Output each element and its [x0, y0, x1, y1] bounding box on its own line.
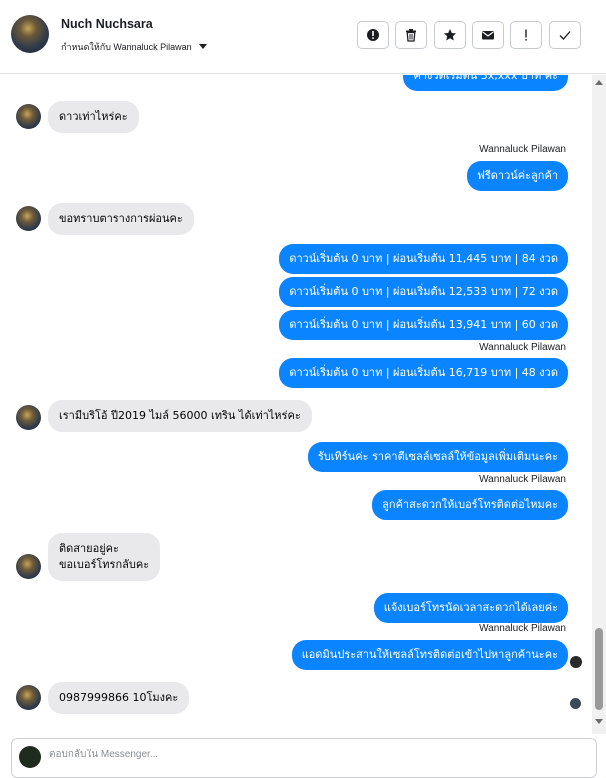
seen-avatar-icon	[570, 656, 582, 668]
scroll-up-icon[interactable]	[595, 80, 603, 85]
message-outgoing: แอดมินประสานให้เซลล์โทรติดต่อเข้าไปหาลูก…	[291, 640, 568, 670]
message-incoming: ขอทราบตารางการผ่อนคะ	[48, 203, 194, 235]
seen-avatar-icon	[570, 698, 581, 709]
reply-composer[interactable]	[11, 738, 597, 778]
contact-avatar-small	[16, 685, 41, 710]
scrollbar-thumb[interactable]	[595, 628, 603, 710]
message-incoming: เรามีบริโอ้ ปี2019 ไมล์ 56000 เทริน ได้เ…	[48, 400, 312, 432]
message-outgoing: ดาวน์เริ่มต้น 0 บาท | ผ่อนเริ่มต้น 16,71…	[279, 358, 568, 388]
message-outgoing: แจ้งเบอร์โทรนัดเวลาสะดวกได้เลยค่ะ	[373, 593, 568, 623]
message-outgoing: ลูกค้าสะดวกให้เบอร์โทรติดต่อไหมคะ	[372, 490, 568, 520]
star-icon	[444, 29, 456, 41]
message-outgoing: ดาวน์เริ่มต้น 0 บาท | ผ่อนเริ่มต้น 13,94…	[279, 310, 568, 340]
contact-avatar-small	[16, 206, 41, 231]
done-button[interactable]	[549, 21, 581, 49]
message-outgoing: ฟรีดาวน์ค่ะลูกค้า	[467, 161, 568, 191]
star-button[interactable]	[434, 21, 466, 49]
sender-label: Wannaluck Pilawan	[479, 623, 566, 634]
message-incoming: 0987999866 10โมงคะ	[48, 682, 190, 714]
report-button[interactable]	[357, 21, 389, 49]
message-line: ขอเบอร์โทรกลับคะ	[59, 558, 150, 571]
conversation-header: Nuch Nuchsara กำหนดให้กับ Wannaluck Pila…	[0, 0, 606, 74]
message-outgoing: ดาวน์เริ่มต้น 0 บาท | ผ่อนเริ่มต้น 12,53…	[279, 277, 568, 307]
contact-name[interactable]: Nuch Nuchsara	[61, 17, 153, 31]
message-incoming: ติดสายอยู่คะ ขอเบอร์โทรกลับคะ	[48, 533, 161, 581]
exclamation-icon	[525, 29, 527, 41]
reply-input[interactable]	[49, 749, 349, 760]
scroll-down-icon[interactable]	[595, 719, 603, 724]
message-outgoing: รับเทิร์นค่ะ ราคาตีเซลล์เซลล์ให้ข้อมูลเพ…	[307, 442, 568, 472]
message-line: ติดสายอยู่คะ	[59, 542, 119, 555]
assignee-label[interactable]: กำหนดให้กับ Wannaluck Pilawan	[61, 40, 192, 54]
contact-avatar-small	[16, 104, 41, 129]
message-incoming: ดาวเท่าไหร่คะ	[48, 101, 139, 133]
priority-button[interactable]	[510, 21, 542, 49]
sender-label: Wannaluck Pilawan	[479, 474, 566, 485]
contact-avatar-small	[16, 554, 41, 579]
trash-icon	[406, 29, 416, 42]
contact-avatar[interactable]	[11, 15, 49, 53]
contact-avatar-small	[16, 405, 41, 430]
check-icon	[559, 31, 571, 40]
mark-unread-button[interactable]	[472, 21, 504, 49]
message-thread[interactable]: ค่างวดเริ่มต้น 3x,xxx บาท ค่ะ ดาวเท่าไหร…	[0, 75, 592, 734]
chevron-down-icon[interactable]	[199, 44, 207, 49]
sender-label: Wannaluck Pilawan	[479, 342, 566, 353]
alert-circle-icon	[367, 29, 379, 41]
message-outgoing: ค่างวดเริ่มต้น 3x,xxx บาท ค่ะ	[403, 75, 568, 91]
scrollbar[interactable]	[592, 75, 606, 734]
delete-button[interactable]	[395, 21, 427, 49]
envelope-icon	[482, 31, 494, 40]
message-outgoing: ดาวน์เริ่มต้น 0 บาท | ผ่อนเริ่มต้น 11,44…	[279, 244, 568, 274]
sender-label: Wannaluck Pilawan	[479, 144, 566, 155]
